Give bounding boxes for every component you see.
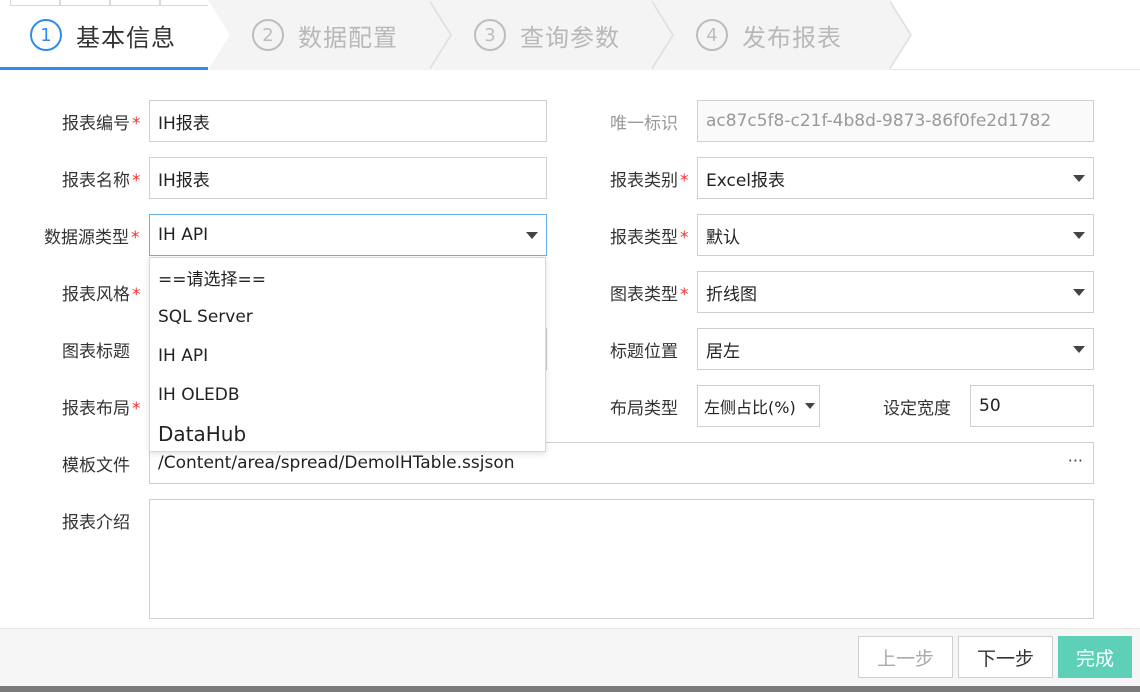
step-label: 查询参数 — [520, 23, 620, 52]
step-number: 4 — [696, 19, 728, 51]
browse-icon[interactable]: ··· — [1068, 451, 1083, 470]
title-position-label: 标题位置 — [610, 342, 678, 362]
datasource-dropdown-list: ==请选择== SQL Server IH API IH OLEDB DataH… — [149, 257, 546, 452]
required-mark: * — [680, 228, 689, 248]
required-mark: * — [132, 114, 141, 134]
chevron-down-icon — [1073, 232, 1085, 239]
set-width-input[interactable]: 50 — [970, 385, 1094, 427]
step-basic-info[interactable]: 1 基本信息 — [30, 0, 176, 70]
step-label: 发布报表 — [742, 23, 842, 52]
step-arrow — [208, 0, 230, 70]
datasource-type-select[interactable]: IH API — [149, 214, 547, 256]
step-publish[interactable]: 4 发布报表 — [696, 0, 842, 70]
required-mark: * — [131, 228, 140, 248]
report-name-label: 报表名称 * — [62, 171, 141, 191]
set-width-label: 设定宽度 — [883, 399, 951, 419]
step-query-params[interactable]: 3 查询参数 — [474, 0, 620, 70]
step-number: 3 — [474, 19, 506, 51]
step-data-config[interactable]: 2 数据配置 — [252, 0, 398, 70]
dropdown-option[interactable]: IH OLEDB — [150, 375, 545, 414]
wizard-steps: 1 基本信息 2 数据配置 3 查询参数 4 发布报表 — [0, 0, 1140, 70]
required-mark: * — [132, 285, 141, 305]
report-style-label: 报表风格 * — [62, 285, 141, 305]
step-arrow — [428, 0, 450, 70]
dropdown-option[interactable]: ==请选择== — [150, 258, 545, 297]
report-category-select[interactable]: Excel报表 — [697, 157, 1094, 199]
step-label: 基本信息 — [76, 23, 176, 52]
title-position-select[interactable]: 居左 — [697, 328, 1094, 370]
dropdown-option[interactable]: IH API — [150, 336, 545, 375]
active-step-underline — [0, 67, 208, 70]
chevron-down-icon — [805, 403, 815, 409]
required-mark: * — [132, 399, 141, 419]
step-number: 2 — [252, 19, 284, 51]
step-arrow — [888, 0, 910, 70]
unique-id-input: ac87c5f8-c21f-4b8d-9873-86f0fe2d1782 — [697, 100, 1094, 142]
datasource-type-label: 数据源类型 * — [44, 228, 140, 248]
required-mark: * — [132, 171, 141, 191]
template-file-label: 模板文件 — [62, 456, 130, 476]
required-mark: * — [680, 285, 689, 305]
chart-type-select[interactable]: 折线图 — [697, 271, 1094, 313]
next-step-button[interactable]: 下一步 — [958, 636, 1053, 678]
chevron-down-icon — [1073, 175, 1085, 182]
dropdown-option[interactable]: SQL Server — [150, 297, 545, 336]
prev-step-button[interactable]: 上一步 — [858, 636, 953, 678]
chart-type-label: 图表类型 * — [610, 285, 689, 305]
report-type-label: 报表类型 * — [610, 228, 689, 248]
report-no-label: 报表编号 * — [62, 114, 141, 134]
intro-label: 报表介绍 — [62, 513, 130, 533]
chevron-down-icon — [526, 232, 538, 239]
report-type-select[interactable]: 默认 — [697, 214, 1094, 256]
required-mark: * — [680, 171, 689, 191]
window-bottom-edge — [0, 686, 1140, 692]
chevron-down-icon — [1073, 289, 1085, 296]
step-label: 数据配置 — [298, 23, 398, 52]
report-layout-label: 报表布局 * — [62, 399, 141, 419]
chart-title-label: 图表标题 — [62, 342, 130, 362]
report-name-input[interactable]: IH报表 — [149, 157, 547, 199]
finish-button[interactable]: 完成 — [1058, 636, 1132, 678]
chevron-down-icon — [1073, 346, 1085, 353]
report-no-input[interactable]: IH报表 — [149, 100, 547, 142]
intro-textarea[interactable] — [149, 499, 1094, 619]
report-category-label: 报表类别 * — [610, 171, 689, 191]
dropdown-option[interactable]: DataHub — [150, 414, 545, 453]
step-arrow — [650, 0, 672, 70]
unique-id-label: 唯一标识 — [610, 114, 678, 134]
step-number: 1 — [30, 19, 62, 51]
layout-type-select[interactable]: 左侧占比(%) — [697, 385, 820, 427]
layout-type-label: 布局类型 — [610, 399, 678, 419]
